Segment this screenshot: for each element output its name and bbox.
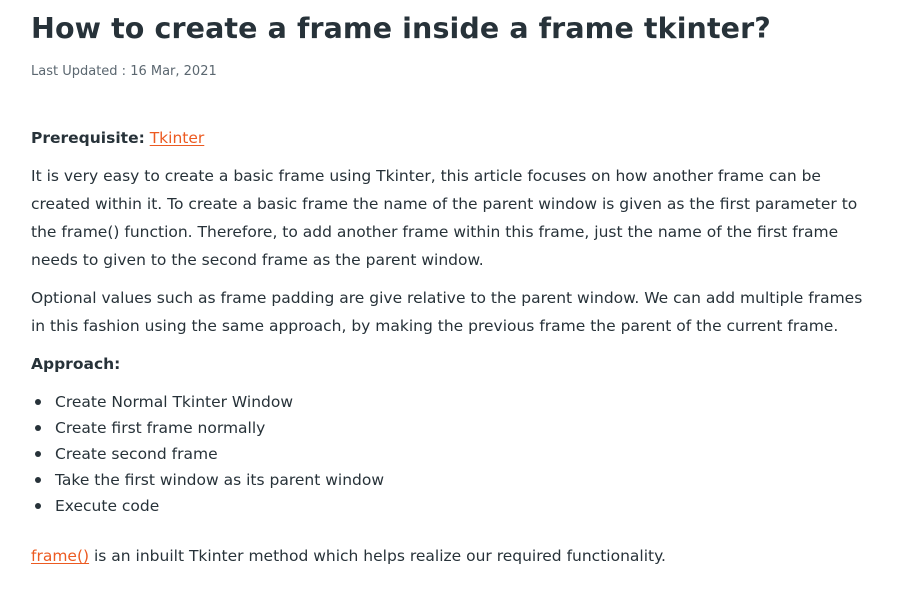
- list-item: Create second frame: [31, 441, 384, 467]
- bullet-icon: [35, 399, 41, 405]
- step-text: Execute code: [55, 497, 160, 515]
- bullet-icon: [35, 425, 41, 431]
- bullet-icon: [35, 477, 41, 483]
- approach-heading: Approach:: [31, 355, 121, 373]
- final-text: is an inbuilt Tkinter method which helps…: [89, 547, 666, 565]
- list-item: Create first frame normally: [31, 415, 384, 441]
- article-title: How to create a frame inside a frame tki…: [31, 12, 771, 45]
- step-text: Create second frame: [55, 445, 218, 463]
- list-item: Execute code: [31, 493, 384, 519]
- list-item: Create Normal Tkinter Window: [31, 389, 384, 415]
- bullet-icon: [35, 503, 41, 509]
- approach-steps-list: Create Normal Tkinter Window Create firs…: [31, 389, 384, 519]
- tkinter-link[interactable]: Tkinter: [150, 129, 205, 147]
- step-text: Create first frame normally: [55, 419, 266, 437]
- optional-values-paragraph: Optional values such as frame padding ar…: [31, 289, 863, 335]
- frame-method-link[interactable]: frame(): [31, 547, 89, 565]
- intro-text-part2: function. Therefore, to add another fram…: [31, 223, 839, 269]
- bullet-icon: [35, 451, 41, 457]
- step-text: Take the first window as its parent wind…: [55, 471, 385, 489]
- final-paragraph: frame() is an inbuilt Tkinter method whi…: [31, 545, 666, 567]
- prerequisite-label: Prerequisite:: [31, 129, 145, 147]
- list-item: Take the first window as its parent wind…: [31, 467, 384, 493]
- prerequisite-line: Prerequisite: Tkinter: [31, 127, 204, 149]
- intro-paragraph: It is very easy to create a basic frame …: [31, 162, 867, 274]
- step-text: Create Normal Tkinter Window: [55, 393, 294, 411]
- last-updated-date: Last Updated : 16 Mar, 2021: [31, 64, 217, 79]
- frame-function-inline-code: frame(): [61, 223, 120, 241]
